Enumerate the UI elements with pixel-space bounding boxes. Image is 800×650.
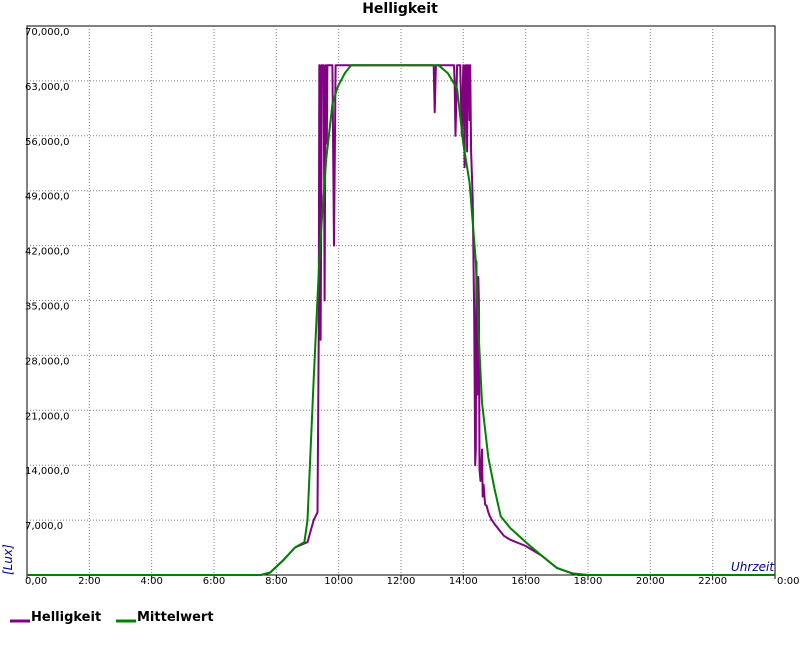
x-tick-label: 2:00 [78, 576, 100, 587]
x-tick-label: 4:00 [140, 576, 162, 587]
plot-area [26, 25, 776, 576]
x-tick-label: 6:00 [203, 576, 225, 587]
x-tick-label: 8:00 [265, 576, 287, 587]
x-axis-label: Uhrzeit [731, 560, 775, 574]
x-tick-label: 18:00 [574, 576, 603, 587]
chart-canvas: Helligkeit 7,000,0 14,000,0 21,000,0 28,000… [1, 1, 799, 625]
x-tick-label: 20:00 [636, 576, 665, 587]
x-axis-ticks: 0,00 2:00 4:00 6:00 8:00 10:00 12:00 14:00 16:00… [25, 575, 799, 587]
legend-label: Mittelwert [137, 610, 214, 625]
y-axis-label: [Lux] [1, 544, 15, 575]
y-tick-label: 70,000,0 [25, 27, 70, 38]
x-tick-label: 0:00 [777, 576, 799, 587]
y-tick-label: 14,000,0 [25, 466, 70, 477]
x-tick-label: 12:00 [387, 576, 416, 587]
x-tick-label: 16:00 [511, 576, 540, 587]
y-tick-label: 56,000,0 [25, 137, 70, 148]
x-tick-label: 10:00 [324, 576, 353, 587]
y-tick-label: 63,000,0 [25, 82, 70, 93]
y-tick-label: 35,000,0 [25, 302, 70, 313]
legend-label: Helligkeit [31, 610, 101, 625]
y-tick-label: 42,000,0 [25, 247, 70, 258]
y-tick-label: 7,000,0 [25, 521, 63, 532]
y-tick-label: 49,000,0 [25, 192, 70, 203]
legend: Helligkeit Mittelwert [10, 610, 214, 625]
chart-title: Helligkeit [362, 1, 438, 17]
x-tick-label: 14:00 [449, 576, 478, 587]
x-tick-label: 22:00 [698, 576, 727, 587]
y-tick-label: 21,000,0 [25, 411, 70, 422]
x-tick-label: 0,00 [25, 576, 47, 587]
y-tick-label: 28,000,0 [25, 356, 70, 367]
